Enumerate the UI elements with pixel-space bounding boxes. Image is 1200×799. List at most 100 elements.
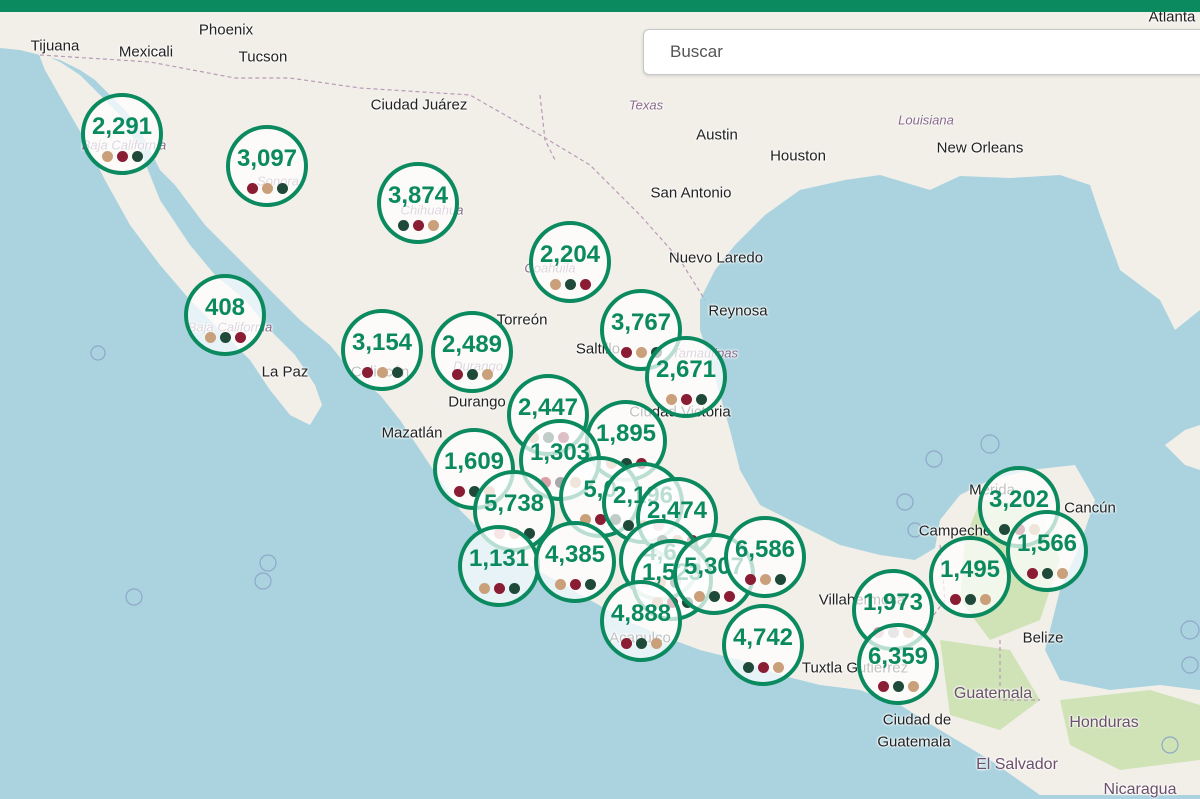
category-dot-green bbox=[391, 367, 403, 378]
category-dot-maroon bbox=[680, 394, 692, 405]
category-dot-tan bbox=[261, 183, 273, 194]
cluster-marker-sinaloa[interactable]: 3,154 bbox=[341, 309, 423, 391]
category-dot-maroon bbox=[620, 347, 632, 358]
cluster-count: 408 bbox=[204, 294, 246, 321]
cluster-count: 1,973 bbox=[862, 589, 924, 616]
cluster-count: 3,154 bbox=[351, 329, 413, 356]
category-dot-maroon bbox=[744, 574, 756, 585]
cluster-count: 4,742 bbox=[732, 624, 794, 651]
map-canvas[interactable]: Tijuana Mexicali Phoenix Tucson Ciudad Juáre… bbox=[0, 0, 1200, 798]
category-dot-maroon bbox=[723, 591, 735, 602]
place-label-la-paz: La Paz bbox=[261, 363, 309, 381]
place-label-honduras: Honduras bbox=[1069, 714, 1139, 731]
category-dot-tan bbox=[481, 369, 493, 380]
cluster-marker-durango[interactable]: 2,489 bbox=[431, 311, 513, 393]
search-input[interactable] bbox=[643, 29, 1200, 75]
category-dot-green bbox=[584, 579, 596, 590]
cluster-marker-quintana-roo[interactable]: 1,566 bbox=[1006, 510, 1088, 592]
place-label-tijuana: Tijuana bbox=[30, 37, 80, 55]
cluster-category-dots bbox=[188, 332, 262, 343]
category-dot-tan bbox=[101, 151, 113, 162]
place-label-belize: Belize bbox=[1022, 629, 1064, 647]
place-label-mexicali: Mexicali bbox=[118, 43, 174, 61]
category-dot-tan bbox=[650, 638, 662, 649]
place-label-guatemala: Guatemala bbox=[953, 685, 1033, 702]
cluster-marker-chihuahua[interactable]: 3,874 bbox=[377, 162, 459, 244]
category-dot-green bbox=[998, 524, 1010, 535]
place-label-ciudad-juarez: Ciudad Juárez bbox=[370, 96, 468, 114]
cluster-count: 4,888 bbox=[610, 600, 672, 627]
category-dot-tan bbox=[635, 347, 647, 358]
cluster-marker-michoacan[interactable]: 4,385 bbox=[534, 521, 616, 603]
category-dot-tan bbox=[693, 591, 705, 602]
category-dot-green bbox=[131, 151, 143, 162]
category-dot-maroon bbox=[1026, 568, 1038, 579]
cluster-count: 2,447 bbox=[517, 394, 579, 421]
category-dot-green bbox=[708, 591, 720, 602]
place-label-mazatlan: Mazatlán bbox=[381, 424, 443, 442]
place-label-houston: Houston bbox=[770, 147, 826, 165]
category-dot-tan bbox=[549, 279, 561, 290]
category-dot-tan bbox=[554, 579, 566, 590]
category-dot-maroon bbox=[757, 662, 769, 673]
category-dot-green bbox=[397, 220, 409, 231]
category-dot-maroon bbox=[116, 151, 128, 162]
cluster-category-dots bbox=[1010, 568, 1084, 579]
category-dot-green bbox=[695, 394, 707, 405]
cluster-category-dots bbox=[345, 367, 419, 378]
cluster-marker-guerrero[interactable]: 4,888 bbox=[600, 580, 682, 662]
place-label-tucson: Tucson bbox=[238, 48, 288, 66]
category-dot-tan bbox=[1056, 568, 1068, 579]
top-accent-bar bbox=[0, 0, 1200, 12]
place-label-el-salvador: El Salvador bbox=[976, 756, 1058, 773]
place-label-phoenix: Phoenix bbox=[198, 21, 254, 39]
place-label-nicaragua: Nicaragua bbox=[1103, 781, 1177, 798]
category-dot-tan bbox=[759, 574, 771, 585]
cluster-marker-baja-california[interactable]: 2,291 bbox=[81, 93, 163, 175]
place-label-austin: Austin bbox=[696, 126, 738, 144]
cluster-count: 2,291 bbox=[91, 113, 153, 140]
cluster-marker-colima[interactable]: 1,131 bbox=[458, 525, 540, 607]
cluster-count: 3,097 bbox=[236, 145, 298, 172]
category-dot-green bbox=[635, 638, 647, 649]
place-label-reynosa: Reynosa bbox=[708, 302, 768, 320]
category-dot-green bbox=[219, 332, 231, 343]
category-dot-tan bbox=[979, 594, 991, 605]
place-label-texas: Texas bbox=[628, 97, 664, 113]
place-label-ciudad-de-guatemala-2: Guatemala bbox=[877, 733, 951, 751]
cluster-marker-oaxaca[interactable]: 4,742 bbox=[722, 604, 804, 686]
category-dot-green bbox=[964, 594, 976, 605]
cluster-category-dots bbox=[230, 183, 304, 194]
category-dot-green bbox=[564, 279, 576, 290]
cluster-marker-campeche[interactable]: 1,495 bbox=[929, 536, 1011, 618]
category-dot-maroon bbox=[579, 279, 591, 290]
cluster-marker-baja-california-sur[interactable]: 408 bbox=[184, 274, 266, 356]
category-dot-green bbox=[276, 183, 288, 194]
category-dot-tan bbox=[665, 394, 677, 405]
place-label-ciudad-de-guatemala-1: Ciudad de bbox=[882, 711, 952, 729]
place-label-nuevo-laredo: Nuevo Laredo bbox=[668, 249, 764, 267]
cluster-count: 3,767 bbox=[610, 309, 672, 336]
category-dot-maroon bbox=[493, 583, 505, 594]
cluster-marker-sonora[interactable]: 3,097 bbox=[226, 125, 308, 207]
cluster-category-dots bbox=[677, 591, 751, 602]
category-dot-tan bbox=[427, 220, 439, 231]
category-dot-maroon bbox=[877, 681, 889, 692]
category-dot-green bbox=[742, 662, 754, 673]
category-dot-maroon bbox=[246, 183, 258, 194]
cluster-count: 3,874 bbox=[387, 182, 449, 209]
category-dot-tan bbox=[478, 583, 490, 594]
place-label-san-antonio: San Antonio bbox=[650, 184, 732, 202]
cluster-count: 4,385 bbox=[544, 541, 606, 568]
cluster-marker-chiapas[interactable]: 6,359 bbox=[857, 623, 939, 705]
cluster-marker-coahuila[interactable]: 2,204 bbox=[529, 221, 611, 303]
category-dot-green bbox=[1041, 568, 1053, 579]
category-dot-maroon bbox=[451, 369, 463, 380]
place-label-louisiana: Louisiana bbox=[898, 112, 954, 128]
cluster-category-dots bbox=[649, 394, 723, 405]
cluster-marker-tamaulipas[interactable]: 2,671 bbox=[645, 336, 727, 418]
cluster-count: 2,489 bbox=[441, 331, 503, 358]
cluster-marker-veracruz[interactable]: 6,586 bbox=[724, 516, 806, 598]
cluster-category-dots bbox=[381, 220, 455, 231]
cluster-category-dots bbox=[435, 369, 509, 380]
